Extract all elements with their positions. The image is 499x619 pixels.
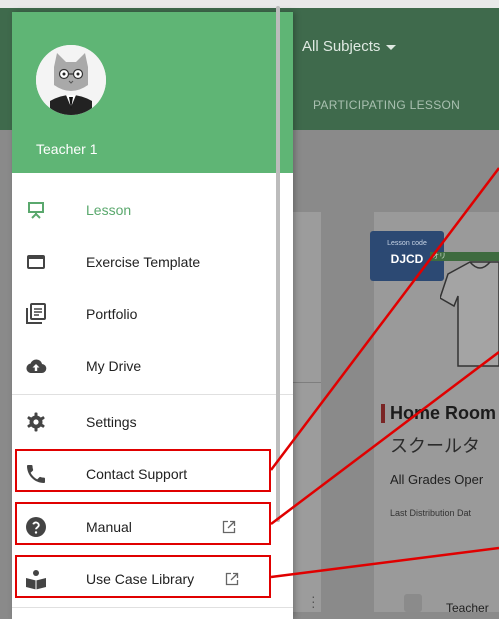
arrow-use-case-library [270,546,499,579]
arrow-contact-support [270,167,499,471]
annotation-arrows [270,167,499,579]
arrow-manual [270,351,499,525]
